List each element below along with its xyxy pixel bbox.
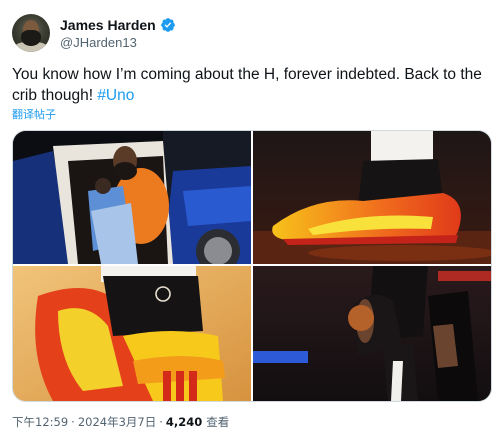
sneaker-court-art <box>253 131 491 264</box>
views-count: 4,240 <box>165 415 203 429</box>
post-time[interactable]: 下午12:59 <box>12 414 68 430</box>
author-names: James Harden @JHarden13 <box>60 16 176 51</box>
tweet-header: James Harden @JHarden13 <box>12 14 176 52</box>
separator-dot: · <box>71 415 75 429</box>
sneaker-closeup-art <box>13 266 251 401</box>
display-name[interactable]: James Harden <box>60 16 156 34</box>
car-photo-art <box>13 131 251 264</box>
avatar[interactable] <box>12 14 50 52</box>
tweet-body: You know how I’m coming about the H, for… <box>12 66 482 104</box>
sneaker-closeup-photo[interactable] <box>13 266 251 401</box>
translate-post-link[interactable]: 翻译帖子 <box>12 106 56 122</box>
author-handle[interactable]: @JHarden13 <box>60 34 176 51</box>
separator-dot-2: · <box>159 415 163 429</box>
avatar-beard <box>21 30 41 46</box>
name-row: James Harden <box>60 16 176 34</box>
game-action-art <box>253 266 491 401</box>
post-date[interactable]: 2024年3月7日 <box>78 414 156 430</box>
verified-badge-icon <box>160 17 175 32</box>
hashtag-link[interactable]: #Uno <box>97 87 134 104</box>
sneaker-court-photo[interactable] <box>253 131 491 264</box>
tweet-text: You know how I’m coming about the H, for… <box>12 64 488 106</box>
tweet-footer: 下午12:59 · 2024年3月7日 · 4,240 查看 <box>12 414 229 430</box>
car-photo[interactable] <box>13 131 251 264</box>
game-action-photo[interactable] <box>253 266 491 401</box>
media-grid <box>12 130 492 402</box>
views-label: 查看 <box>206 415 230 429</box>
